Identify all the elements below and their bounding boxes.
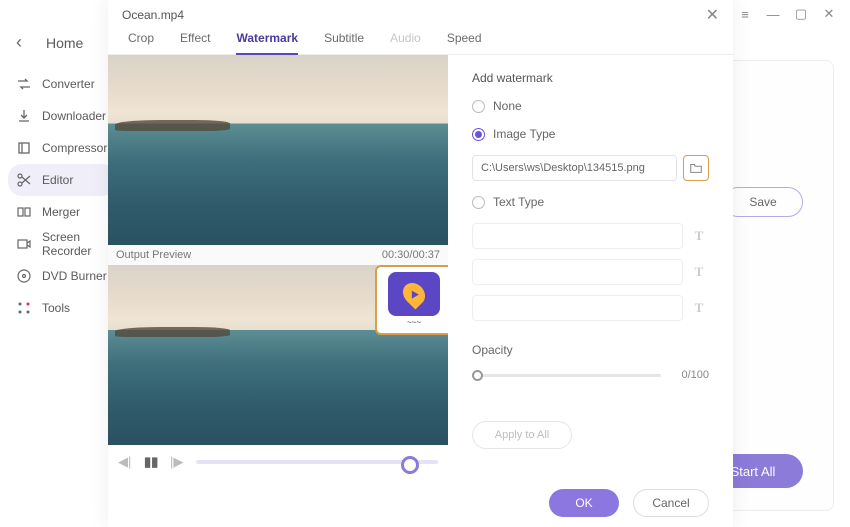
video-frame xyxy=(108,55,448,245)
apply-to-all-button[interactable]: Apply to All xyxy=(472,421,572,449)
ok-button[interactable]: OK xyxy=(549,489,619,517)
text-row-2: T xyxy=(472,259,709,285)
watermark-brand: ~~~ xyxy=(388,316,440,328)
font-button[interactable]: T xyxy=(689,295,709,321)
radio-text-type[interactable]: Text Type xyxy=(472,195,709,209)
pause-icon[interactable]: ▮▮ xyxy=(144,454,160,470)
opacity-label: Opacity xyxy=(472,343,709,357)
font-button[interactable]: T xyxy=(689,259,709,285)
sidebar-item-label: Merger xyxy=(42,205,80,219)
sidebar-item-label: Downloader xyxy=(42,109,106,123)
scissors-icon xyxy=(16,172,32,188)
sidebar-item-recorder[interactable]: Screen Recorder xyxy=(8,228,116,260)
text-watermark-input[interactable] xyxy=(472,295,683,321)
text-watermark-input[interactable] xyxy=(472,223,683,249)
dialog-close-icon[interactable]: ✕ xyxy=(706,5,719,25)
output-header: Output Preview 00:30/00:37 xyxy=(108,245,448,265)
back-icon[interactable]: ‹ xyxy=(16,32,40,53)
sidebar-item-label: Converter xyxy=(42,77,95,91)
hamburger-icon[interactable]: ≡ xyxy=(738,7,752,21)
sidebar-item-tools[interactable]: Tools xyxy=(8,292,116,324)
opacity-value: 0/100 xyxy=(669,369,709,381)
dialog-title: Ocean.mp4 xyxy=(122,8,184,22)
folder-icon xyxy=(689,161,703,175)
next-frame-icon[interactable]: |▶ xyxy=(170,454,186,470)
sidebar-item-downloader[interactable]: Downloader xyxy=(8,100,116,132)
radio-icon xyxy=(472,100,485,113)
watermark-logo-icon xyxy=(388,272,440,316)
save-button[interactable]: Save xyxy=(723,187,803,217)
sidebar: Converter Downloader Compressor Editor M… xyxy=(8,68,116,324)
tab-audio: Audio xyxy=(390,31,421,55)
output-preview[interactable]: ~~~ xyxy=(108,265,448,445)
dialog-footer: OK Cancel xyxy=(108,479,733,527)
sidebar-item-dvd[interactable]: DVD Burner xyxy=(8,260,116,292)
output-preview-label: Output Preview xyxy=(116,249,191,261)
compress-icon xyxy=(16,140,32,156)
coastline-shape xyxy=(115,327,231,338)
watermark-overlay[interactable]: ~~~ xyxy=(375,265,448,335)
tab-crop[interactable]: Crop xyxy=(128,31,154,55)
record-icon xyxy=(16,236,32,252)
progress-slider[interactable] xyxy=(196,460,438,464)
radio-image-type[interactable]: Image Type xyxy=(472,127,709,141)
page-title: Home xyxy=(46,35,83,51)
sidebar-item-label: Compressor xyxy=(42,141,107,155)
timecode: 00:30/00:37 xyxy=(382,249,440,261)
tab-speed[interactable]: Speed xyxy=(447,31,482,55)
opacity-row: 0/100 xyxy=(472,369,709,381)
sidebar-item-merger[interactable]: Merger xyxy=(8,196,116,228)
text-row-1: T xyxy=(472,223,709,249)
sidebar-item-label: DVD Burner xyxy=(42,269,107,283)
browse-button[interactable] xyxy=(683,155,709,181)
tab-watermark[interactable]: Watermark xyxy=(236,31,298,55)
close-window-icon[interactable]: ✕ xyxy=(822,7,836,21)
slider-thumb[interactable] xyxy=(472,370,483,381)
image-path-row: C:\Users\ws\Desktop\134515.png xyxy=(472,155,709,181)
section-title: Add watermark xyxy=(472,71,709,85)
radio-none[interactable]: None xyxy=(472,99,709,113)
convert-icon xyxy=(16,76,32,92)
minimize-icon[interactable]: — xyxy=(766,7,780,21)
coastline-shape xyxy=(115,120,231,131)
opacity-slider[interactable] xyxy=(472,374,661,377)
text-watermark-input[interactable] xyxy=(472,259,683,285)
preview-column: Output Preview 00:30/00:37 ~~~ ◀| ▮▮ |▶ xyxy=(108,55,448,479)
font-button[interactable]: T xyxy=(689,223,709,249)
settings-column: Add watermark None Image Type C:\Users\w… xyxy=(448,55,733,479)
tab-bar: Crop Effect Watermark Subtitle Audio Spe… xyxy=(108,31,733,56)
download-icon xyxy=(16,108,32,124)
sidebar-item-label: Editor xyxy=(42,173,73,187)
tab-effect[interactable]: Effect xyxy=(180,31,210,55)
dialog-header: Ocean.mp4 ✕ xyxy=(108,0,733,31)
maximize-icon[interactable]: ▢ xyxy=(794,7,808,21)
radio-icon xyxy=(472,196,485,209)
dialog-body: Output Preview 00:30/00:37 ~~~ ◀| ▮▮ |▶ xyxy=(108,55,733,479)
sidebar-item-label: Tools xyxy=(42,301,70,315)
tab-subtitle[interactable]: Subtitle xyxy=(324,31,364,55)
merge-icon xyxy=(16,204,32,220)
source-preview[interactable] xyxy=(108,55,448,245)
image-path-input[interactable]: C:\Users\ws\Desktop\134515.png xyxy=(472,155,677,181)
radio-label: Image Type xyxy=(493,127,555,141)
cancel-button[interactable]: Cancel xyxy=(633,489,709,517)
sidebar-item-editor[interactable]: Editor xyxy=(8,164,116,196)
radio-label: None xyxy=(493,99,522,113)
prev-frame-icon[interactable]: ◀| xyxy=(118,454,134,470)
sidebar-item-compressor[interactable]: Compressor xyxy=(8,132,116,164)
window-controls: ≡ — ▢ ✕ xyxy=(738,0,850,28)
radio-icon xyxy=(472,128,485,141)
player-controls: ◀| ▮▮ |▶ xyxy=(108,445,448,479)
disc-icon xyxy=(16,268,32,284)
editor-dialog: Ocean.mp4 ✕ Crop Effect Watermark Subtit… xyxy=(108,0,733,527)
sidebar-item-label: Screen Recorder xyxy=(42,230,108,258)
sidebar-item-converter[interactable]: Converter xyxy=(8,68,116,100)
grid-icon xyxy=(16,300,32,316)
text-row-3: T xyxy=(472,295,709,321)
radio-label: Text Type xyxy=(493,195,544,209)
